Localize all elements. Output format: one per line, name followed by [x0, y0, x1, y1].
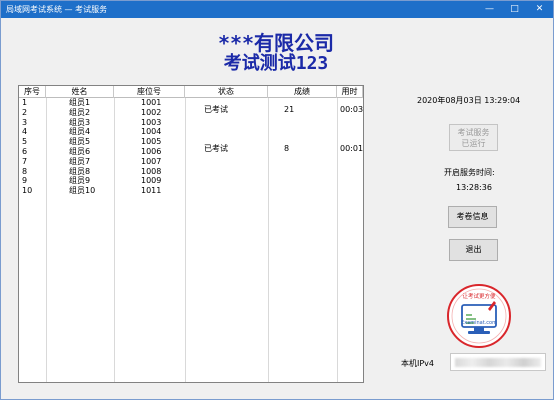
- table-cell-time: 00:01:13: [340, 144, 364, 154]
- main-window: 局域网考试系统 — 考试服务 — □ ✕ ***有限公司 考试测试123 序号姓…: [0, 0, 554, 400]
- table-cell-status: 已考试: [204, 105, 228, 114]
- close-button[interactable]: ✕: [527, 1, 552, 18]
- column-header[interactable]: 成绩: [268, 86, 337, 98]
- minimize-button[interactable]: —: [477, 1, 502, 18]
- table-cell-time: 00:03:16: [340, 105, 364, 114]
- column-divider: [185, 98, 186, 382]
- table-cell-no: 9: [22, 176, 28, 186]
- table-cell-no: 7: [22, 156, 28, 166]
- table-cell-status: 已考试: [204, 144, 228, 154]
- table-cell-seat: 1009: [141, 176, 162, 186]
- table-cell-no: 5: [22, 137, 28, 147]
- maximize-button[interactable]: □: [502, 1, 527, 18]
- examinat-logo: 让考试更方便 Examinat.com: [447, 284, 511, 348]
- logo-site: Examinat.com: [461, 320, 497, 326]
- exam-service-button-label: 考试服务: [457, 128, 490, 137]
- column-divider: [46, 98, 47, 382]
- local-ipv4-label: 本机IPv4: [401, 359, 435, 368]
- table-cell-score: 21: [284, 105, 295, 114]
- service-start-time: 13:28:36: [456, 183, 492, 192]
- table-cell-name: 组员6: [69, 147, 91, 156]
- exam-title: 考试测试123: [223, 53, 329, 74]
- column-divider: [268, 98, 269, 382]
- table-cell-seat: 1006: [141, 147, 162, 156]
- exit-button[interactable]: 退出: [449, 239, 498, 261]
- current-datetime: 2020年08月03日 13:29:04: [417, 96, 521, 105]
- table-cell-no: 8: [22, 166, 28, 176]
- table-cell-seat: 1004: [141, 127, 162, 137]
- ip-value-redacted: [455, 358, 541, 367]
- window-title: 局域网考试系统 — 考试服务: [6, 5, 108, 14]
- table-cell-no: 6: [22, 147, 28, 156]
- table-cell-name: 组员1: [69, 98, 91, 107]
- table-cell-no: 4: [22, 127, 28, 137]
- table-cell-no: 1: [22, 98, 28, 107]
- column-divider: [337, 98, 338, 382]
- exam-paper-info-button[interactable]: 考卷信息: [448, 206, 497, 228]
- column-header[interactable]: 序号: [19, 86, 46, 98]
- table-cell-score: 8: [284, 144, 290, 154]
- table-cell-no: 2: [22, 107, 28, 117]
- table-cell-name: 组员10: [69, 186, 96, 196]
- table-cell-no: 10: [22, 186, 33, 196]
- table-cell-name: 组员2: [69, 107, 91, 117]
- table-cell-seat: 1003: [141, 117, 162, 127]
- table-cell-seat: 1008: [141, 166, 162, 176]
- table-cell-seat: 1007: [141, 156, 162, 166]
- table-cell-seat: 1002: [141, 107, 162, 117]
- title-bar[interactable]: 局域网考试系统 — 考试服务 — □ ✕: [1, 1, 553, 18]
- table-cell-name: 组员4: [69, 127, 91, 137]
- exam-service-button: 考试服务 已运行: [449, 124, 498, 151]
- table-cell-no: 3: [22, 117, 28, 127]
- table-cell-seat: 1005: [141, 137, 162, 147]
- column-header[interactable]: 座位号: [114, 86, 185, 98]
- column-header[interactable]: 状态: [185, 86, 268, 98]
- table-cell-seat: 1011: [141, 186, 162, 196]
- column-divider: [114, 98, 115, 382]
- table-cell-name: 组员9: [69, 176, 91, 186]
- exam-results-table[interactable]: 序号姓名座位号状态成绩用时 1 组员1 1001 已考试 21 00:03:16 2 组员2 1…: [18, 85, 364, 383]
- table-cell-name: 组员7: [69, 156, 91, 166]
- table-header: 序号 姓名 座位号 状态 成绩 用时: [19, 86, 363, 98]
- logo-slogan: 让考试更方便: [462, 292, 496, 300]
- exam-service-button-status: 已运行: [461, 139, 486, 148]
- local-ipv4-field[interactable]: [450, 353, 546, 371]
- column-header[interactable]: 用时: [337, 86, 363, 98]
- table-cell-seat: 1001: [141, 98, 162, 107]
- table-cell-name: 组员5: [69, 137, 91, 147]
- column-header[interactable]: 姓名: [46, 86, 114, 98]
- service-start-label: 开启服务时间:: [444, 168, 495, 177]
